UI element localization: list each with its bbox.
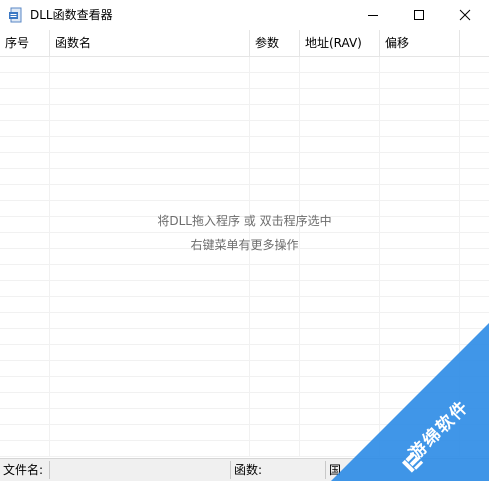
context-menu-hint-text: 右键菜单有更多操作	[190, 238, 299, 252]
table-header: 序号 函数名 参数 地址(RAV) 偏移	[0, 30, 489, 57]
status-bar: 文件名: 函数: 国	[0, 458, 489, 481]
grid-line	[249, 57, 250, 457]
window-title: DLL函数查看器	[30, 8, 113, 22]
status-third-label: 国	[329, 463, 342, 477]
file-name-label: 文件名:	[3, 463, 44, 477]
grid-line	[459, 57, 460, 457]
grid-line	[379, 57, 380, 457]
grid-line	[49, 57, 50, 457]
column-header-index[interactable]: 序号	[0, 30, 50, 56]
title-bar[interactable]: DLL函数查看器	[0, 0, 489, 30]
dll-document-icon	[9, 7, 22, 23]
close-icon	[459, 9, 471, 21]
grid-line	[299, 57, 300, 457]
function-list[interactable]	[0, 57, 489, 457]
maximize-icon	[414, 10, 424, 20]
function-count-label: 函数:	[234, 463, 263, 477]
drop-hint-text: 将DLL拖入程序 或 双击程序选中	[157, 214, 332, 228]
maximize-button[interactable]	[396, 0, 442, 30]
minimize-button[interactable]	[350, 0, 396, 30]
minimize-icon	[368, 15, 378, 16]
close-button[interactable]	[442, 0, 488, 30]
column-header-function-name[interactable]: 函数名	[50, 30, 250, 56]
column-header-params[interactable]: 参数	[250, 30, 300, 56]
file-name-value	[52, 461, 228, 479]
function-count-value	[268, 461, 323, 479]
status-divider	[325, 461, 326, 479]
column-header-offset[interactable]: 偏移	[380, 30, 460, 56]
column-header-address[interactable]: 地址(RAV)	[300, 30, 380, 56]
status-divider	[230, 461, 231, 479]
status-divider	[49, 461, 50, 479]
